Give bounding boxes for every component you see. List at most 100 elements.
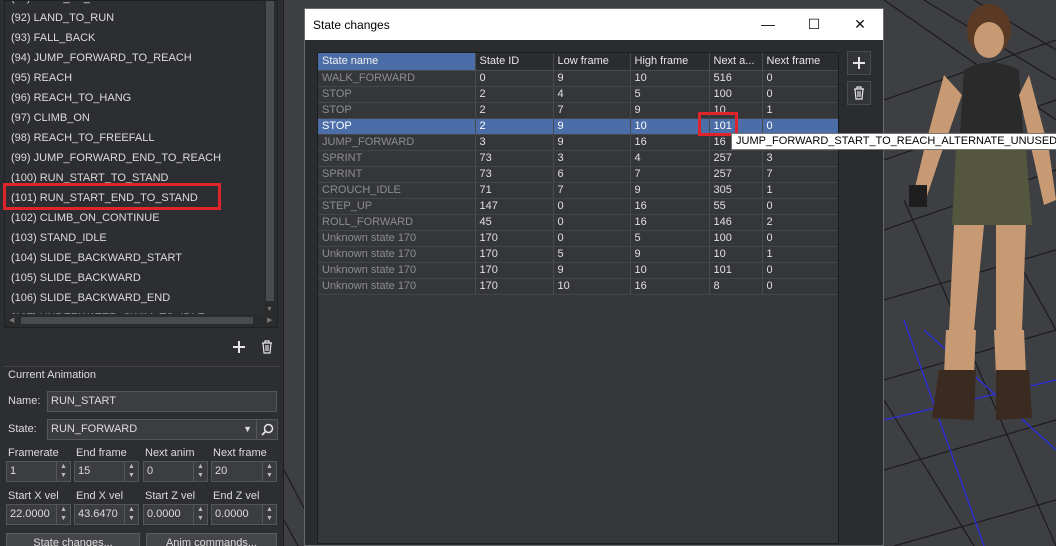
list-item[interactable]: (92) LAND_TO_RUN [5, 8, 265, 28]
next-anim-stepper[interactable]: 0 ▲ ▼ [143, 461, 208, 482]
state-changes-button[interactable]: State changes... [6, 533, 140, 546]
arrow-up-icon[interactable]: ▲ [128, 506, 135, 514]
column-header[interactable]: Next a... [709, 53, 763, 71]
table-cell[interactable]: 2 [475, 86, 554, 103]
list-item[interactable]: (105) SLIDE_BACKWARD [5, 268, 265, 288]
table-cell[interactable]: 2 [475, 118, 554, 135]
table-cell[interactable]: 0 [762, 70, 838, 87]
state-name-cell[interactable]: Unknown state 170 [318, 262, 476, 279]
animation-list[interactable]: (91) JUMP_ST_START (92) LAND_TO_RUN (93)… [4, 0, 278, 328]
dialog-titlebar[interactable]: State changes — ☐ ✕ [305, 9, 883, 40]
arrow-up-icon[interactable]: ▲ [266, 506, 273, 514]
table-cell[interactable]: 10 [630, 70, 710, 87]
list-item[interactable]: (104) SLIDE_BACKWARD_START [5, 248, 265, 268]
table-cell[interactable]: 0 [553, 230, 631, 247]
arrow-down-icon[interactable]: ▼ [266, 515, 273, 523]
table-cell[interactable]: 73 [475, 166, 554, 183]
end-z-vel-stepper[interactable]: 0.0000 ▲ ▼ [211, 504, 277, 525]
table-cell[interactable]: 9 [553, 70, 631, 87]
table-cell[interactable]: 9 [553, 134, 631, 151]
table-cell[interactable]: 16 [630, 198, 710, 215]
list-item[interactable]: (93) FALL_BACK [5, 28, 265, 48]
table-cell[interactable]: 6 [553, 166, 631, 183]
list-item[interactable]: (103) STAND_IDLE [5, 228, 265, 248]
table-row[interactable]: STOP 2 9 10 101 0 [318, 118, 838, 135]
framerate-stepper[interactable]: 1 ▲ ▼ [6, 461, 71, 482]
table-cell[interactable]: 8 [709, 278, 763, 295]
table-cell[interactable]: 9 [553, 118, 631, 135]
start-z-vel-stepper[interactable]: 0.0000 ▲ ▼ [143, 504, 208, 525]
table-cell[interactable]: 10 [553, 278, 631, 295]
close-button[interactable]: ✕ [837, 9, 883, 40]
table-cell[interactable]: 170 [475, 262, 554, 279]
state-name-cell[interactable]: CROUCH_IDLE [318, 182, 476, 199]
state-name-cell[interactable]: STOP [318, 86, 476, 103]
table-cell[interactable]: 73 [475, 150, 554, 167]
state-changes-table[interactable]: State name State ID Low frame High frame… [317, 52, 839, 544]
spin-buttons[interactable]: ▲ ▼ [56, 462, 70, 481]
state-select[interactable]: RUN_FORWARD ▼ [47, 419, 257, 440]
table-row[interactable]: STOP 2 4 5 100 0 [318, 86, 838, 103]
table-cell[interactable]: 0 [762, 230, 838, 247]
table-cell[interactable]: 170 [475, 278, 554, 295]
table-cell[interactable]: 0 [553, 214, 631, 231]
table-cell[interactable]: 71 [475, 182, 554, 199]
table-cell[interactable]: 45 [475, 214, 554, 231]
table-cell[interactable]: 170 [475, 246, 554, 263]
table-cell[interactable]: 1 [762, 246, 838, 263]
anim-commands-button[interactable]: Anim commands... [146, 533, 277, 546]
scroll-down-arrow-icon[interactable]: ▼ [266, 306, 273, 313]
table-cell[interactable]: 4 [630, 150, 710, 167]
table-cell[interactable]: 0 [553, 198, 631, 215]
table-cell[interactable]: 305 [709, 182, 763, 199]
horizontal-scrollbar[interactable]: ◀ ▶ [5, 314, 277, 327]
table-cell[interactable]: 16 [630, 134, 710, 151]
table-cell[interactable]: 0 [762, 118, 838, 135]
start-x-vel-stepper[interactable]: 22.0000 ▲ ▼ [6, 504, 71, 525]
arrow-down-icon[interactable]: ▼ [60, 472, 67, 480]
table-cell[interactable]: 5 [553, 246, 631, 263]
arrow-up-icon[interactable]: ▲ [60, 463, 67, 471]
list-item[interactable]: (94) JUMP_FORWARD_TO_REACH [5, 48, 265, 68]
delete-animation-button[interactable] [256, 336, 278, 358]
end-x-vel-stepper[interactable]: 43.6470 ▲ ▼ [74, 504, 139, 525]
table-row[interactable]: Unknown state 170 170 9 10 101 0 [318, 262, 838, 279]
table-cell[interactable]: 3 [553, 150, 631, 167]
spin-buttons[interactable]: ▲ ▼ [124, 462, 138, 481]
list-item[interactable]: (97) CLIMB_ON [5, 108, 265, 128]
scroll-left-arrow-icon[interactable]: ◀ [9, 314, 14, 327]
table-row[interactable]: STEP_UP 147 0 16 55 0 [318, 198, 838, 215]
list-item[interactable]: (91) JUMP_ST_START [5, 1, 265, 8]
list-item[interactable]: (98) REACH_TO_FREEFALL [5, 128, 265, 148]
column-header[interactable]: Low frame [553, 53, 631, 71]
table-cell[interactable]: 10 [630, 262, 710, 279]
list-item[interactable]: (95) REACH [5, 68, 265, 88]
list-item[interactable]: (99) JUMP_FORWARD_END_TO_REACH [5, 148, 265, 168]
spin-buttons[interactable]: ▲ ▼ [262, 505, 276, 524]
table-cell[interactable]: 0 [762, 278, 838, 295]
table-cell[interactable]: 0 [475, 70, 554, 87]
table-cell[interactable]: 7 [553, 182, 631, 199]
state-name-cell[interactable]: STOP [318, 118, 476, 135]
table-cell[interactable]: 9 [630, 246, 710, 263]
state-name-cell[interactable]: STEP_UP [318, 198, 476, 215]
table-cell[interactable]: 0 [762, 86, 838, 103]
table-cell[interactable]: 1 [762, 102, 838, 119]
table-cell[interactable]: 7 [630, 166, 710, 183]
state-name-cell[interactable]: SPRINT [318, 166, 476, 183]
arrow-down-icon[interactable]: ▼ [197, 515, 204, 523]
arrow-up-icon[interactable]: ▲ [128, 463, 135, 471]
table-cell[interactable]: 147 [475, 198, 554, 215]
list-item[interactable]: (102) CLIMB_ON_CONTINUE [5, 208, 265, 228]
table-row[interactable]: ROLL_FORWARD 45 0 16 146 2 [318, 214, 838, 231]
table-cell[interactable]: 2 [762, 214, 838, 231]
column-header[interactable]: State ID [475, 53, 554, 71]
search-state-button[interactable] [256, 419, 278, 440]
arrow-down-icon[interactable]: ▼ [197, 472, 204, 480]
next-frame-stepper[interactable]: 20 ▲ ▼ [211, 461, 277, 482]
table-cell[interactable]: 0 [762, 198, 838, 215]
arrow-down-icon[interactable]: ▼ [60, 515, 67, 523]
table-row[interactable]: SPRINT 73 6 7 257 7 [318, 166, 838, 183]
add-state-change-button[interactable] [847, 51, 871, 75]
arrow-down-icon[interactable]: ▼ [266, 472, 273, 480]
